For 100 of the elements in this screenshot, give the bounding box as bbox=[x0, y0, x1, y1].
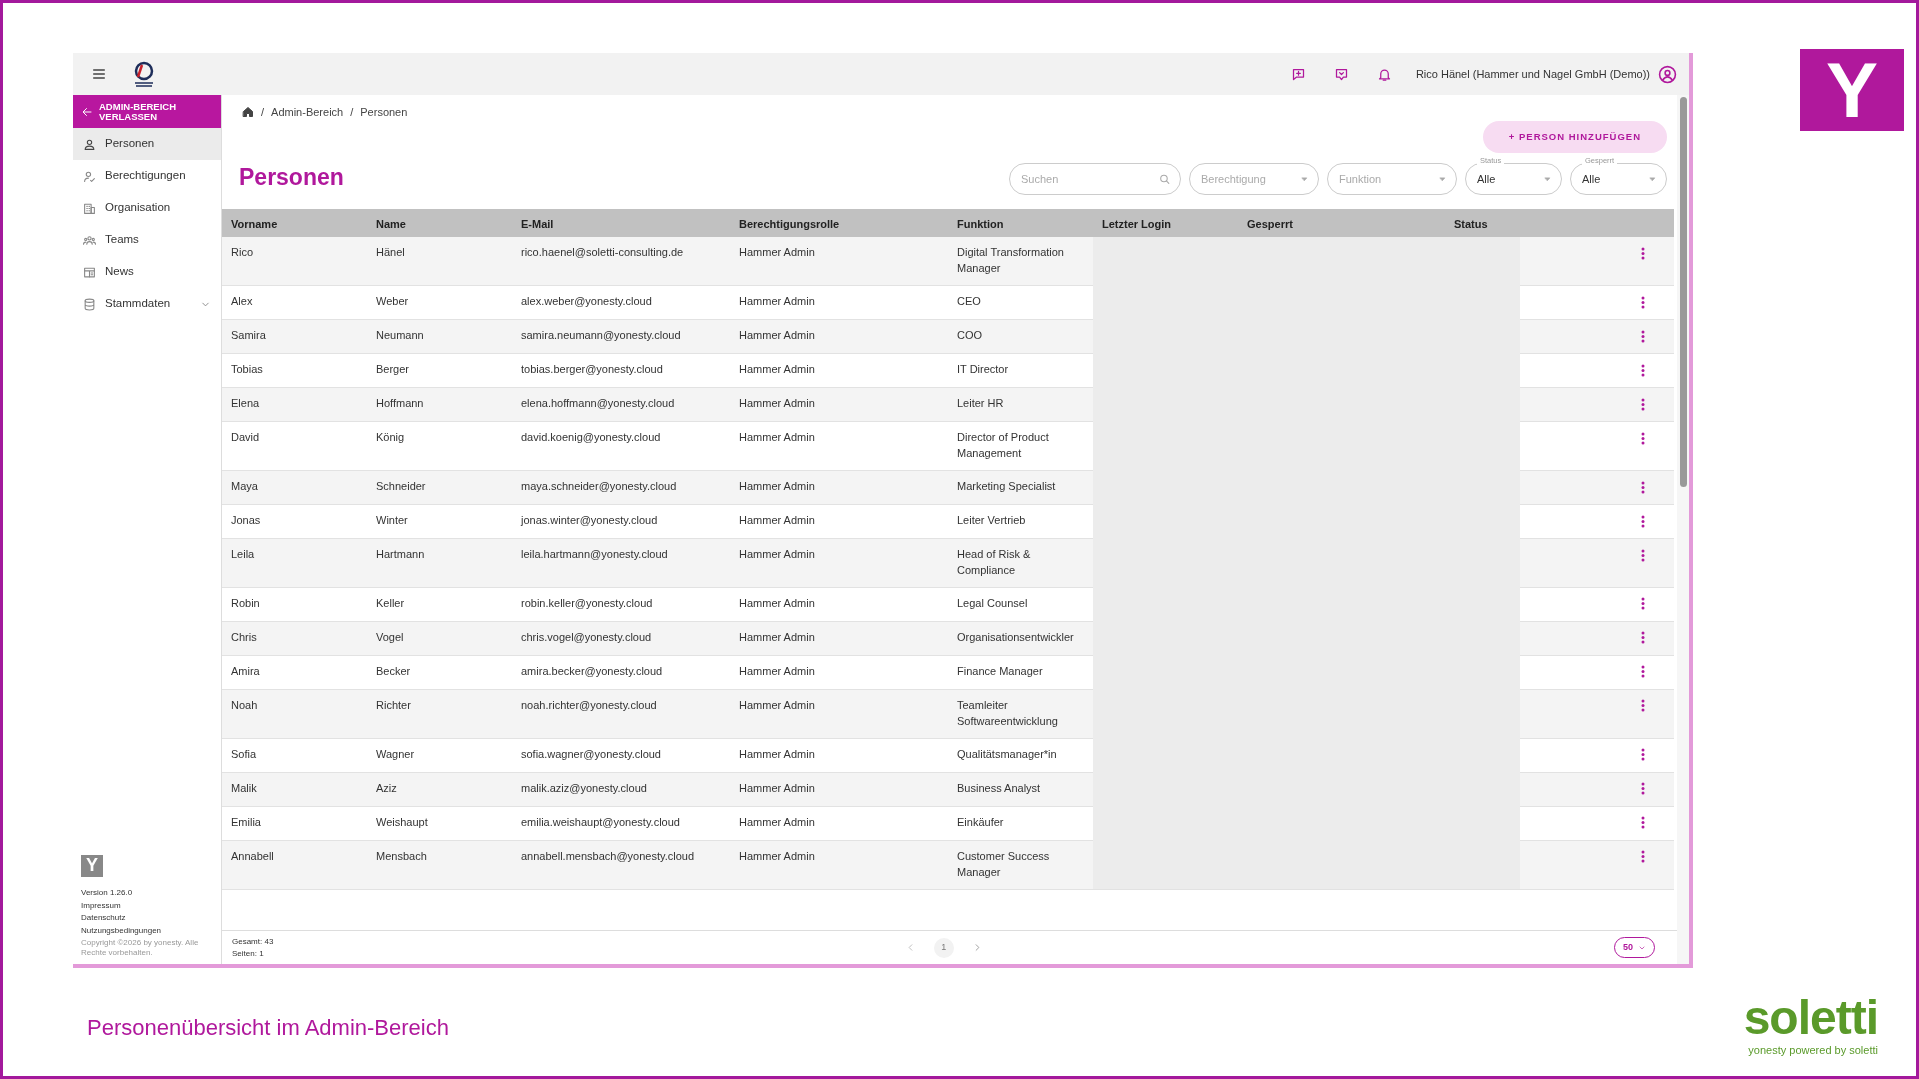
table-cell: amira.becker@yonesty.cloud bbox=[521, 664, 663, 677]
table-cell: tobias.berger@yonesty.cloud bbox=[521, 363, 663, 376]
more-options-button[interactable] bbox=[1641, 814, 1645, 831]
column-header: Funktion bbox=[956, 217, 1005, 233]
more-options-button[interactable] bbox=[1641, 629, 1645, 646]
bell-icon[interactable] bbox=[1376, 66, 1392, 82]
more-options-button[interactable] bbox=[1641, 780, 1645, 797]
search-field[interactable]: Suchen bbox=[1009, 163, 1181, 196]
more-options-button[interactable] bbox=[1641, 663, 1645, 680]
breadcrumb-item[interactable]: Admin-Bereich bbox=[271, 103, 344, 121]
filter-dropdown[interactable]: Funktion bbox=[1327, 163, 1457, 196]
filter-dropdown[interactable]: Alle bbox=[1465, 163, 1562, 196]
table-cell: Noah bbox=[231, 698, 258, 711]
table-cell: Weber bbox=[376, 295, 409, 308]
table-cell: Robin bbox=[231, 596, 260, 609]
footer-link[interactable]: Impressum bbox=[81, 900, 121, 910]
table-cell: Legal Counsel bbox=[957, 596, 1028, 609]
table-cell: Amira bbox=[231, 664, 260, 677]
more-options-button[interactable] bbox=[1641, 294, 1645, 311]
more-options-button[interactable] bbox=[1641, 396, 1645, 413]
person-check-icon bbox=[83, 169, 96, 183]
brand-tagline: yonesty powered by soletti bbox=[1748, 1042, 1878, 1058]
table-cell: Weishaupt bbox=[376, 815, 428, 828]
table-cell: Hammer Admin bbox=[739, 747, 815, 760]
table-cell: Digital Transformation Manager bbox=[957, 246, 1064, 275]
table-cell: Qualitätsmanager*in bbox=[957, 747, 1057, 760]
back-arrow-icon bbox=[81, 105, 93, 118]
table-cell: sofia.wagner@yonesty.cloud bbox=[521, 747, 661, 760]
more-options-button[interactable] bbox=[1641, 430, 1645, 447]
sidebar-item[interactable]: Stammdaten bbox=[73, 288, 221, 320]
table-cell: Director of Product Management bbox=[957, 431, 1049, 460]
footer-link[interactable]: Datenschutz bbox=[81, 913, 126, 923]
table-cell: Organisationsentwickler bbox=[957, 630, 1074, 643]
home-icon[interactable] bbox=[242, 106, 254, 118]
dropdown-caret-icon bbox=[1648, 174, 1657, 184]
column-header: Status bbox=[1453, 217, 1489, 233]
table-cell: Emilia bbox=[231, 815, 261, 828]
page-button[interactable]: 1 bbox=[933, 937, 954, 958]
more-options-button[interactable] bbox=[1641, 697, 1645, 714]
page-count: Seiten: 1 bbox=[232, 947, 265, 960]
table-cell: Elena bbox=[231, 397, 260, 410]
table-cell: robin.keller@yonesty.cloud bbox=[521, 596, 653, 609]
table-cell: Hammer Admin bbox=[739, 781, 815, 794]
message-icon[interactable] bbox=[1333, 66, 1349, 82]
table-cell: Hammer Admin bbox=[739, 514, 815, 526]
footer-link[interactable]: Nutzungsbedingungen bbox=[81, 926, 162, 936]
table-cell: Berger bbox=[376, 363, 410, 376]
more-options-button[interactable] bbox=[1641, 479, 1645, 495]
user-name[interactable]: Rico Hänel (Hammer und Nagel GmbH (Demo)) bbox=[1415, 65, 1650, 83]
more-options-button[interactable] bbox=[1641, 746, 1645, 763]
table-cell: Samira bbox=[231, 329, 266, 342]
sidebar-item[interactable]: News bbox=[73, 256, 221, 288]
filter-dropdown[interactable]: Berechtigung bbox=[1189, 163, 1319, 196]
table-cell: Hoffmann bbox=[376, 397, 424, 410]
table-cell: Annabell bbox=[231, 849, 274, 862]
table-cell: Hammer Admin bbox=[739, 664, 815, 677]
brand-name: soletti bbox=[1743, 993, 1878, 1042]
table-cell: Becker bbox=[376, 664, 411, 677]
page-size-select[interactable]: 50 bbox=[1614, 936, 1655, 959]
sidebar-item[interactable]: Personen bbox=[73, 128, 221, 160]
table-cell: malik.aziz@yonesty.cloud bbox=[521, 781, 647, 794]
copyright-text: Copyright ©2026 by yonesty. Alle Rechte vorbehalten. bbox=[81, 938, 200, 958]
menu-icon[interactable] bbox=[91, 66, 107, 82]
sidebar-item[interactable]: Organisation bbox=[73, 192, 221, 224]
sidebar-item[interactable]: Berechtigungen bbox=[73, 160, 221, 192]
page-title: Personen bbox=[239, 163, 344, 192]
table-cell: Hartmann bbox=[376, 548, 425, 560]
dropdown-caret-icon bbox=[1543, 174, 1552, 184]
add-person-button[interactable]: + PERSON HINZUFÜGEN bbox=[1482, 121, 1667, 154]
breadcrumb-separator: / bbox=[350, 104, 354, 120]
more-options-button[interactable] bbox=[1641, 245, 1645, 262]
user-avatar-icon[interactable] bbox=[1658, 64, 1677, 84]
more-options-button[interactable] bbox=[1641, 513, 1645, 529]
table-cell: IT Director bbox=[957, 363, 1009, 376]
total-count: Gesamt: 43 bbox=[232, 935, 274, 948]
sidebar-item[interactable]: Teams bbox=[73, 224, 221, 256]
table-cell: Marketing Specialist bbox=[957, 480, 1056, 492]
people-icon bbox=[83, 233, 96, 247]
table-cell: Jonas bbox=[231, 514, 261, 526]
app-logo: Y bbox=[81, 854, 103, 877]
table-cell: Hammer Admin bbox=[739, 630, 815, 643]
table-cell: rico.haenel@soletti-consulting.de bbox=[521, 246, 684, 259]
more-options-button[interactable] bbox=[1641, 848, 1645, 865]
table-cell: Hammer Admin bbox=[739, 849, 815, 862]
table-cell: Richter bbox=[376, 698, 411, 711]
more-options-button[interactable] bbox=[1641, 547, 1645, 563]
scrollbar[interactable] bbox=[1677, 95, 1689, 964]
exit-admin-button[interactable]: ADMIN-BEREICH VERLASSEN bbox=[73, 95, 221, 128]
table-cell: jonas.winter@yonesty.cloud bbox=[521, 514, 658, 526]
table-cell: Hänel bbox=[376, 246, 405, 259]
slide-title: Personenübersicht im Admin-Bereich bbox=[87, 1014, 449, 1042]
more-options-button[interactable] bbox=[1641, 595, 1645, 612]
table-cell: Keller bbox=[376, 596, 405, 609]
table-cell: Finance Manager bbox=[957, 664, 1043, 677]
filter-dropdown[interactable]: Alle bbox=[1570, 163, 1667, 196]
more-options-button[interactable] bbox=[1641, 362, 1645, 379]
more-options-button[interactable] bbox=[1641, 328, 1645, 345]
table-cell: Mensbach bbox=[376, 849, 427, 862]
table-cell: Aziz bbox=[376, 781, 397, 794]
add-comment-icon[interactable] bbox=[1290, 66, 1306, 82]
